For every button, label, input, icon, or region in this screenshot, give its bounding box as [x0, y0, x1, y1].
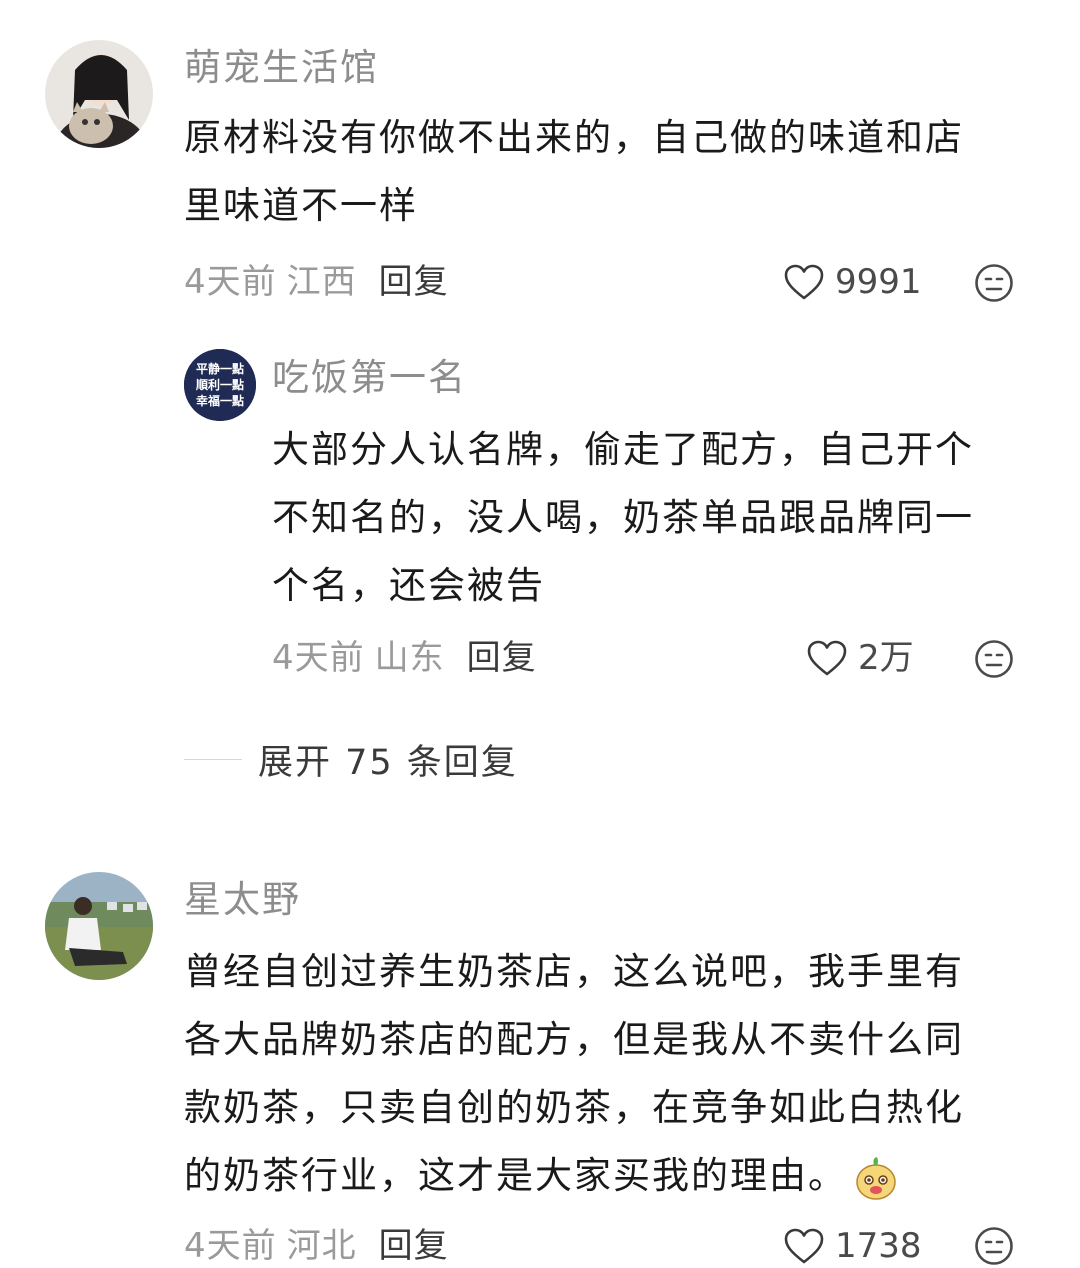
content-line: 的奶茶行业，这才是大家买我的理由。 [184, 1142, 1064, 1210]
avatar-text: 幸福一點 [196, 393, 244, 408]
like-button[interactable]: 2万 [806, 636, 914, 680]
comment-location: 河北 [286, 1226, 357, 1266]
avatar[interactable] [45, 872, 153, 980]
meh-face-icon[interactable] [974, 263, 1014, 303]
username[interactable]: 吃饭第一名 [272, 354, 467, 402]
content-line: 款奶茶，只卖自创的奶茶，在竞争如此白热化 [184, 1086, 964, 1129]
like-button[interactable]: 1738 [783, 1224, 922, 1268]
divider [184, 759, 242, 760]
expand-replies-button[interactable]: 展开 75 条回复 [184, 734, 518, 785]
comment-content: 大部分人认名牌，偷走了配方，自己开个 不知名的，没人喝，奶茶单品跟品牌同一 个名… [272, 416, 1052, 620]
heart-outline-icon [784, 264, 824, 300]
avatar[interactable] [45, 40, 153, 148]
comment-time: 4天前 [184, 1226, 277, 1266]
content-line: 曾经自创过养生奶茶店，这么说吧，我手里有 [184, 950, 964, 993]
username[interactable]: 萌宠生活馆 [184, 44, 379, 92]
like-count: 2万 [858, 638, 914, 678]
avatar[interactable]: 平静一點 順利一點 幸福一點 [184, 349, 256, 421]
reply-button[interactable]: 回复 [467, 638, 537, 678]
comment-meta: 4天前 河北 回复 [184, 1224, 449, 1268]
comment-location: 江西 [286, 262, 357, 302]
comment-meta: 4天前 江西 回复 [184, 260, 449, 304]
username[interactable]: 星太野 [184, 876, 301, 924]
content-line: 不知名的，没人喝，奶茶单品跟品牌同一 [272, 496, 974, 539]
heart-outline-icon [807, 640, 847, 676]
mascot-emoji-icon [856, 1156, 896, 1200]
expand-replies-label: 展开 75 条回复 [258, 743, 518, 783]
avatar-text: 平静一點 [196, 361, 244, 376]
like-count: 9991 [835, 262, 922, 302]
avatar-text: 順利一點 [195, 377, 244, 392]
meh-face-icon[interactable] [974, 1226, 1014, 1266]
like-button[interactable]: 9991 [783, 260, 922, 304]
meh-face-icon[interactable] [974, 639, 1014, 679]
like-count: 1738 [835, 1226, 922, 1266]
content-line: 各大品牌奶茶店的配方，但是我从不卖什么同 [184, 1018, 964, 1061]
reply-button[interactable]: 回复 [379, 1226, 449, 1266]
content-line: 个名，还会被告 [272, 564, 545, 607]
comment-meta: 4天前 山东 回复 [272, 636, 537, 680]
comment-time: 4天前 [184, 262, 277, 302]
comment-location: 山东 [374, 638, 445, 678]
comment-time: 4天前 [272, 638, 365, 678]
comment-content: 曾经自创过养生奶茶店，这么说吧，我手里有 各大品牌奶茶店的配方，但是我从不卖什么… [184, 938, 1064, 1210]
reply-button[interactable]: 回复 [379, 262, 449, 302]
content-line-text: 的奶茶行业，这才是大家买我的理由。 [184, 1154, 847, 1197]
content-line: 里味道不一样 [184, 184, 418, 227]
content-line: 原材料没有你做不出来的，自己做的味道和店 [184, 116, 964, 159]
heart-outline-icon [784, 1228, 824, 1264]
content-line: 大部分人认名牌，偷走了配方，自己开个 [272, 428, 974, 471]
comment-content: 原材料没有你做不出来的，自己做的味道和店 里味道不一样 [184, 104, 1044, 240]
